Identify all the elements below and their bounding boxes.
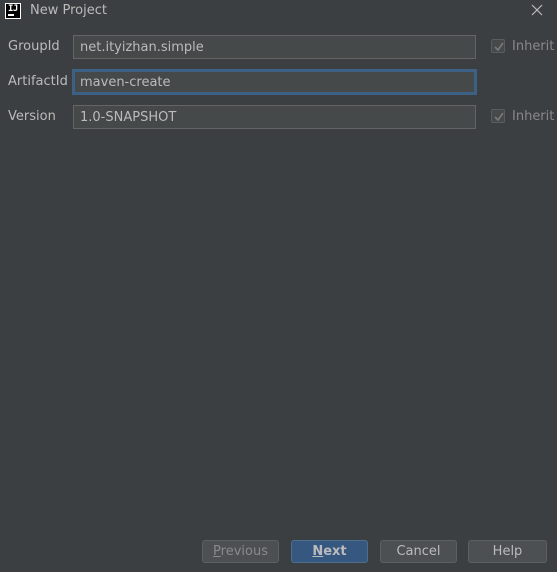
- previous-label: revious: [220, 544, 268, 559]
- close-icon[interactable]: [529, 2, 545, 18]
- checkmark-icon: [494, 42, 504, 52]
- artifact-id-field[interactable]: [73, 70, 476, 94]
- new-project-dialog: IJ New Project GroupId Inherit ArtifactI…: [0, 0, 557, 572]
- version-inherit-box[interactable]: [491, 109, 505, 123]
- next-label: ext: [323, 544, 347, 559]
- logo-underline: [8, 14, 14, 16]
- group-id-inherit-label: Inherit: [512, 39, 555, 54]
- help-button[interactable]: Help: [468, 540, 547, 563]
- group-id-inherit-box[interactable]: [491, 39, 505, 53]
- version-field[interactable]: [73, 105, 476, 129]
- cancel-button[interactable]: Cancel: [380, 540, 457, 563]
- artifact-id-row: ArtifactId: [0, 70, 557, 94]
- next-mnemonic: N: [312, 544, 324, 559]
- intellij-logo-icon: IJ: [5, 3, 21, 19]
- logo-text: IJ: [8, 4, 18, 14]
- title-bar[interactable]: IJ New Project: [0, 0, 557, 23]
- version-label: Version: [8, 109, 56, 124]
- previous-button[interactable]: Previous: [202, 540, 279, 563]
- next-button[interactable]: Next: [291, 540, 368, 563]
- previous-mnemonic: P: [213, 544, 221, 559]
- dialog-title: New Project: [30, 3, 107, 18]
- checkmark-icon: [494, 112, 504, 122]
- artifact-id-label: ArtifactId: [8, 74, 68, 89]
- version-row: Version Inherit: [0, 105, 557, 129]
- group-id-field[interactable]: [73, 35, 476, 59]
- group-id-row: GroupId Inherit: [0, 35, 557, 59]
- group-id-label: GroupId: [8, 39, 60, 54]
- version-inherit-label: Inherit: [512, 109, 555, 124]
